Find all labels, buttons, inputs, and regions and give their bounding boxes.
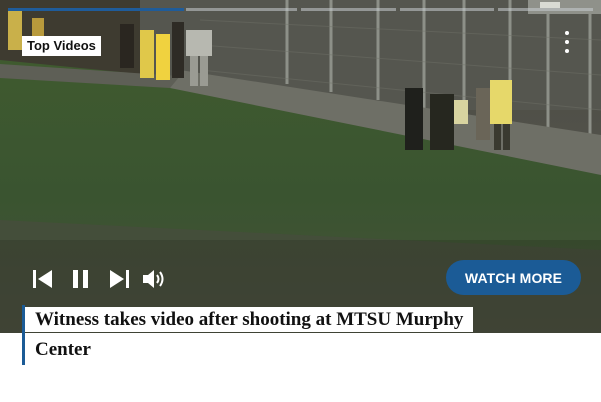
video-caption: Witness takes video after shooting at MT… bbox=[22, 305, 505, 365]
progress-segment bbox=[498, 8, 593, 11]
pause-icon[interactable] bbox=[68, 266, 94, 292]
watch-more-button[interactable]: WATCH MORE bbox=[446, 260, 581, 295]
progress-fill bbox=[8, 8, 184, 11]
progress-segment bbox=[186, 8, 297, 11]
progress-segment bbox=[301, 8, 396, 11]
top-videos-label: Top Videos bbox=[22, 36, 101, 56]
skip-previous-icon[interactable] bbox=[30, 266, 56, 292]
skip-next-icon[interactable] bbox=[106, 266, 132, 292]
video-progress-bar[interactable] bbox=[0, 8, 601, 11]
progress-segment bbox=[400, 8, 494, 11]
volume-icon[interactable] bbox=[142, 266, 168, 292]
caption-title[interactable]: Witness takes video after shooting at MT… bbox=[25, 307, 474, 362]
more-vertical-icon[interactable] bbox=[560, 31, 574, 53]
video-player[interactable]: Top Videos WATCH MORE bbox=[0, 0, 601, 333]
